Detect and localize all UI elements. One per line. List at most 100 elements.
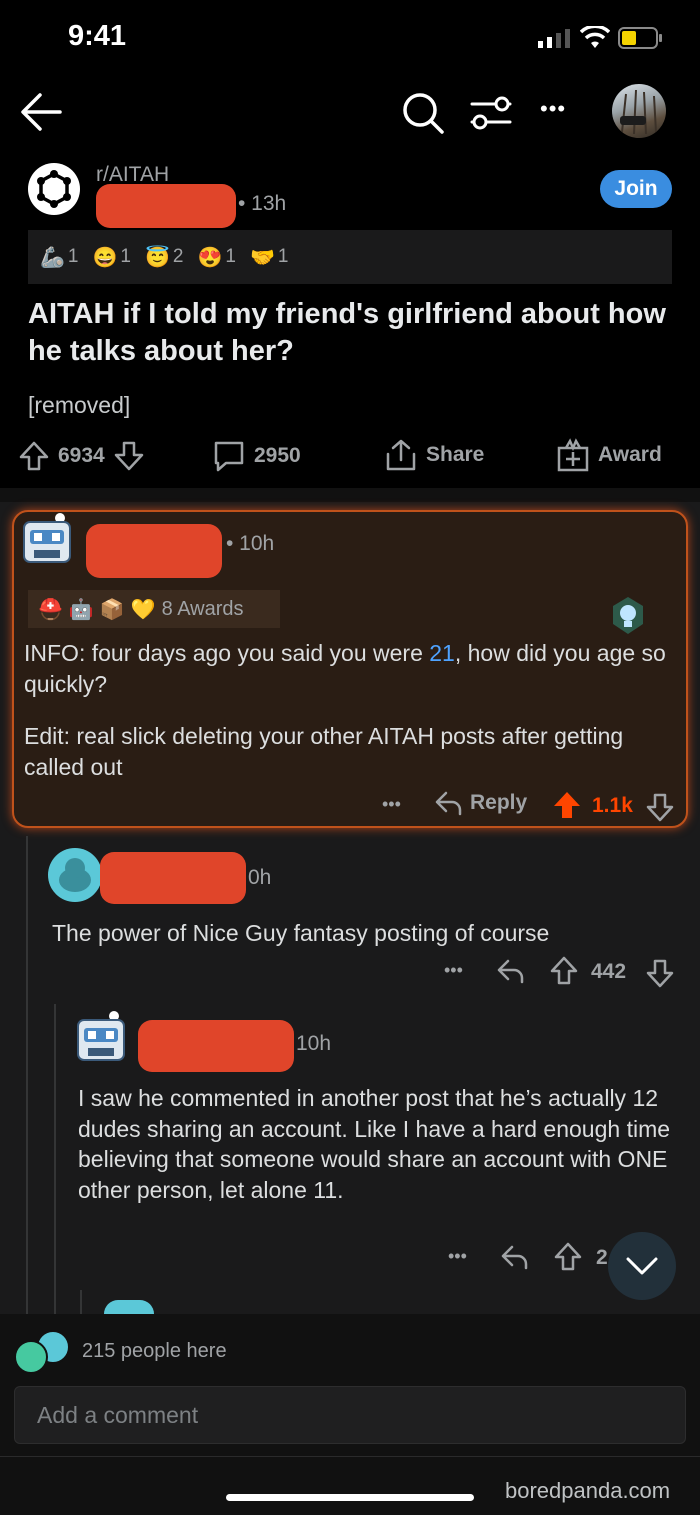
award-item: 😍 1 [197, 245, 235, 270]
award-item: 😄 1 [92, 245, 130, 270]
comment-text: I saw he commented in another post that … [78, 1085, 671, 1203]
comment-score: 442 [591, 960, 627, 983]
back-arrow-icon[interactable] [20, 92, 62, 132]
flair-lightbulb-icon [610, 596, 646, 636]
presence-avatar [14, 1340, 48, 1374]
presence-avatars [14, 1330, 70, 1374]
comments-button[interactable]: 2950 [212, 440, 301, 472]
downvote-icon[interactable] [646, 792, 674, 822]
commenter-avatar[interactable] [48, 848, 102, 902]
helpful-award-icon: 🦾 [40, 246, 65, 269]
robot-avatar-icon [77, 1011, 125, 1061]
cellular-signal-icon [538, 29, 570, 48]
comment-text: The power of Nice Guy fantasy posting of… [52, 920, 550, 946]
section-divider [0, 488, 700, 502]
reply-arrow-icon [435, 791, 462, 816]
comment-edit-text: Edit: real slick deleting your other AIT… [24, 723, 624, 780]
watermark: boredpanda.com [505, 1478, 671, 1503]
comment-time: • 10h [226, 532, 275, 555]
treasure-award-icon: 📦 [99, 598, 125, 621]
reply-arrow-icon[interactable] [496, 958, 524, 984]
award-item: 🦾 1 [40, 245, 78, 270]
subreddit-logo-icon [37, 170, 71, 208]
robot-avatar-icon [23, 513, 71, 563]
next-commenter-avatar[interactable] [104, 1300, 154, 1314]
awards-count-label: 8 Awards [161, 597, 244, 620]
post-title[interactable]: AITAH if I told my friend's girlfriend a… [28, 296, 668, 370]
add-comment-placeholder: Add a comment [37, 1401, 199, 1428]
redacted-username [138, 1020, 294, 1072]
comment-score: 1.1k [592, 794, 633, 817]
post-vote: 6934 [18, 440, 145, 472]
snoo-avatar-icon [59, 858, 91, 892]
share-label: Share [426, 443, 485, 466]
helmet-award-icon: ⛑️ [38, 598, 63, 621]
upvote-icon[interactable] [18, 440, 50, 472]
gold-hands-award-icon: 🤝 [249, 246, 275, 269]
divider [0, 1456, 700, 1457]
lightbulb-icon [613, 597, 643, 634]
angel-award-icon: 😇 [144, 246, 170, 269]
chevron-down-icon [626, 1257, 658, 1275]
home-indicator[interactable] [226, 1494, 474, 1501]
comment-awards-bar[interactable]: ⛑️ 🤖 📦 💛 8 Awards [28, 590, 280, 628]
heart-eyes-award-icon: 😍 [197, 246, 223, 269]
more-options-icon[interactable]: ••• [382, 794, 401, 815]
thread-line[interactable] [26, 836, 28, 1314]
post-time: • 13h [238, 192, 287, 215]
join-button[interactable]: Join [600, 170, 672, 208]
top-nav: ••• [0, 80, 700, 150]
commenter-avatar[interactable] [20, 512, 74, 568]
award-count: 1 [120, 246, 131, 267]
reply-button[interactable]: Reply [434, 790, 527, 816]
subreddit-icon[interactable] [28, 163, 80, 215]
downvote-icon[interactable] [646, 958, 674, 988]
upvote-active-icon[interactable] [552, 790, 582, 820]
search-icon[interactable] [402, 92, 444, 134]
comment-link[interactable]: 21 [429, 640, 455, 666]
award-label: Award [598, 443, 662, 466]
commenter-avatar[interactable] [74, 1010, 128, 1066]
comment-count: 2950 [254, 444, 301, 467]
comment-score: 2 [596, 1246, 608, 1269]
sort-sliders-icon[interactable] [470, 96, 512, 130]
status-bar: 9:41 [0, 0, 700, 80]
wholesome-award-icon: 😄 [92, 246, 118, 269]
award-count: 1 [277, 246, 289, 267]
people-here-label: 215 people here [82, 1340, 227, 1362]
more-options-icon[interactable]: ••• [444, 960, 463, 981]
share-button[interactable]: Share [384, 438, 484, 472]
award-item: 😇 2 [145, 245, 183, 270]
reply-arrow-icon[interactable] [500, 1244, 528, 1270]
award-item: 🤝 1 [250, 245, 288, 270]
thread-line[interactable] [54, 1004, 56, 1314]
upvote-icon[interactable] [554, 1242, 582, 1272]
share-icon [386, 439, 416, 471]
more-dots-icon[interactable]: ••• [540, 96, 566, 122]
user-avatar[interactable] [612, 84, 666, 138]
more-options-icon[interactable]: ••• [448, 1246, 467, 1267]
comment-text-part: INFO: four days ago you said you were [24, 640, 430, 666]
status-time: 9:41 [68, 20, 127, 52]
avatar-photo [620, 89, 657, 135]
snoo-award-icon: 🤖 [68, 598, 94, 621]
post-awards-bar[interactable]: 🦾 1 😄 1 😇 2 😍 1 🤝 1 [28, 230, 672, 284]
post-body: [removed] [28, 392, 131, 418]
downvote-icon[interactable] [113, 440, 145, 472]
add-comment-input[interactable]: Add a comment [14, 1386, 686, 1444]
gift-icon [557, 438, 589, 472]
battery-icon [618, 27, 662, 49]
comment-time: 10h [296, 1032, 332, 1055]
next-comment-button[interactable] [608, 1232, 676, 1300]
redacted-username [96, 184, 236, 228]
award-button[interactable]: Award [556, 438, 662, 472]
post-actions: 6934 2950 Share Award [0, 432, 700, 478]
redacted-username [100, 852, 246, 904]
wifi-icon [580, 26, 610, 48]
award-count: 1 [225, 246, 236, 267]
thread-line[interactable] [80, 1290, 82, 1314]
upvote-icon[interactable] [550, 956, 578, 986]
award-count: 2 [172, 246, 184, 267]
reply-label: Reply [470, 791, 528, 814]
award-count: 1 [67, 246, 79, 267]
